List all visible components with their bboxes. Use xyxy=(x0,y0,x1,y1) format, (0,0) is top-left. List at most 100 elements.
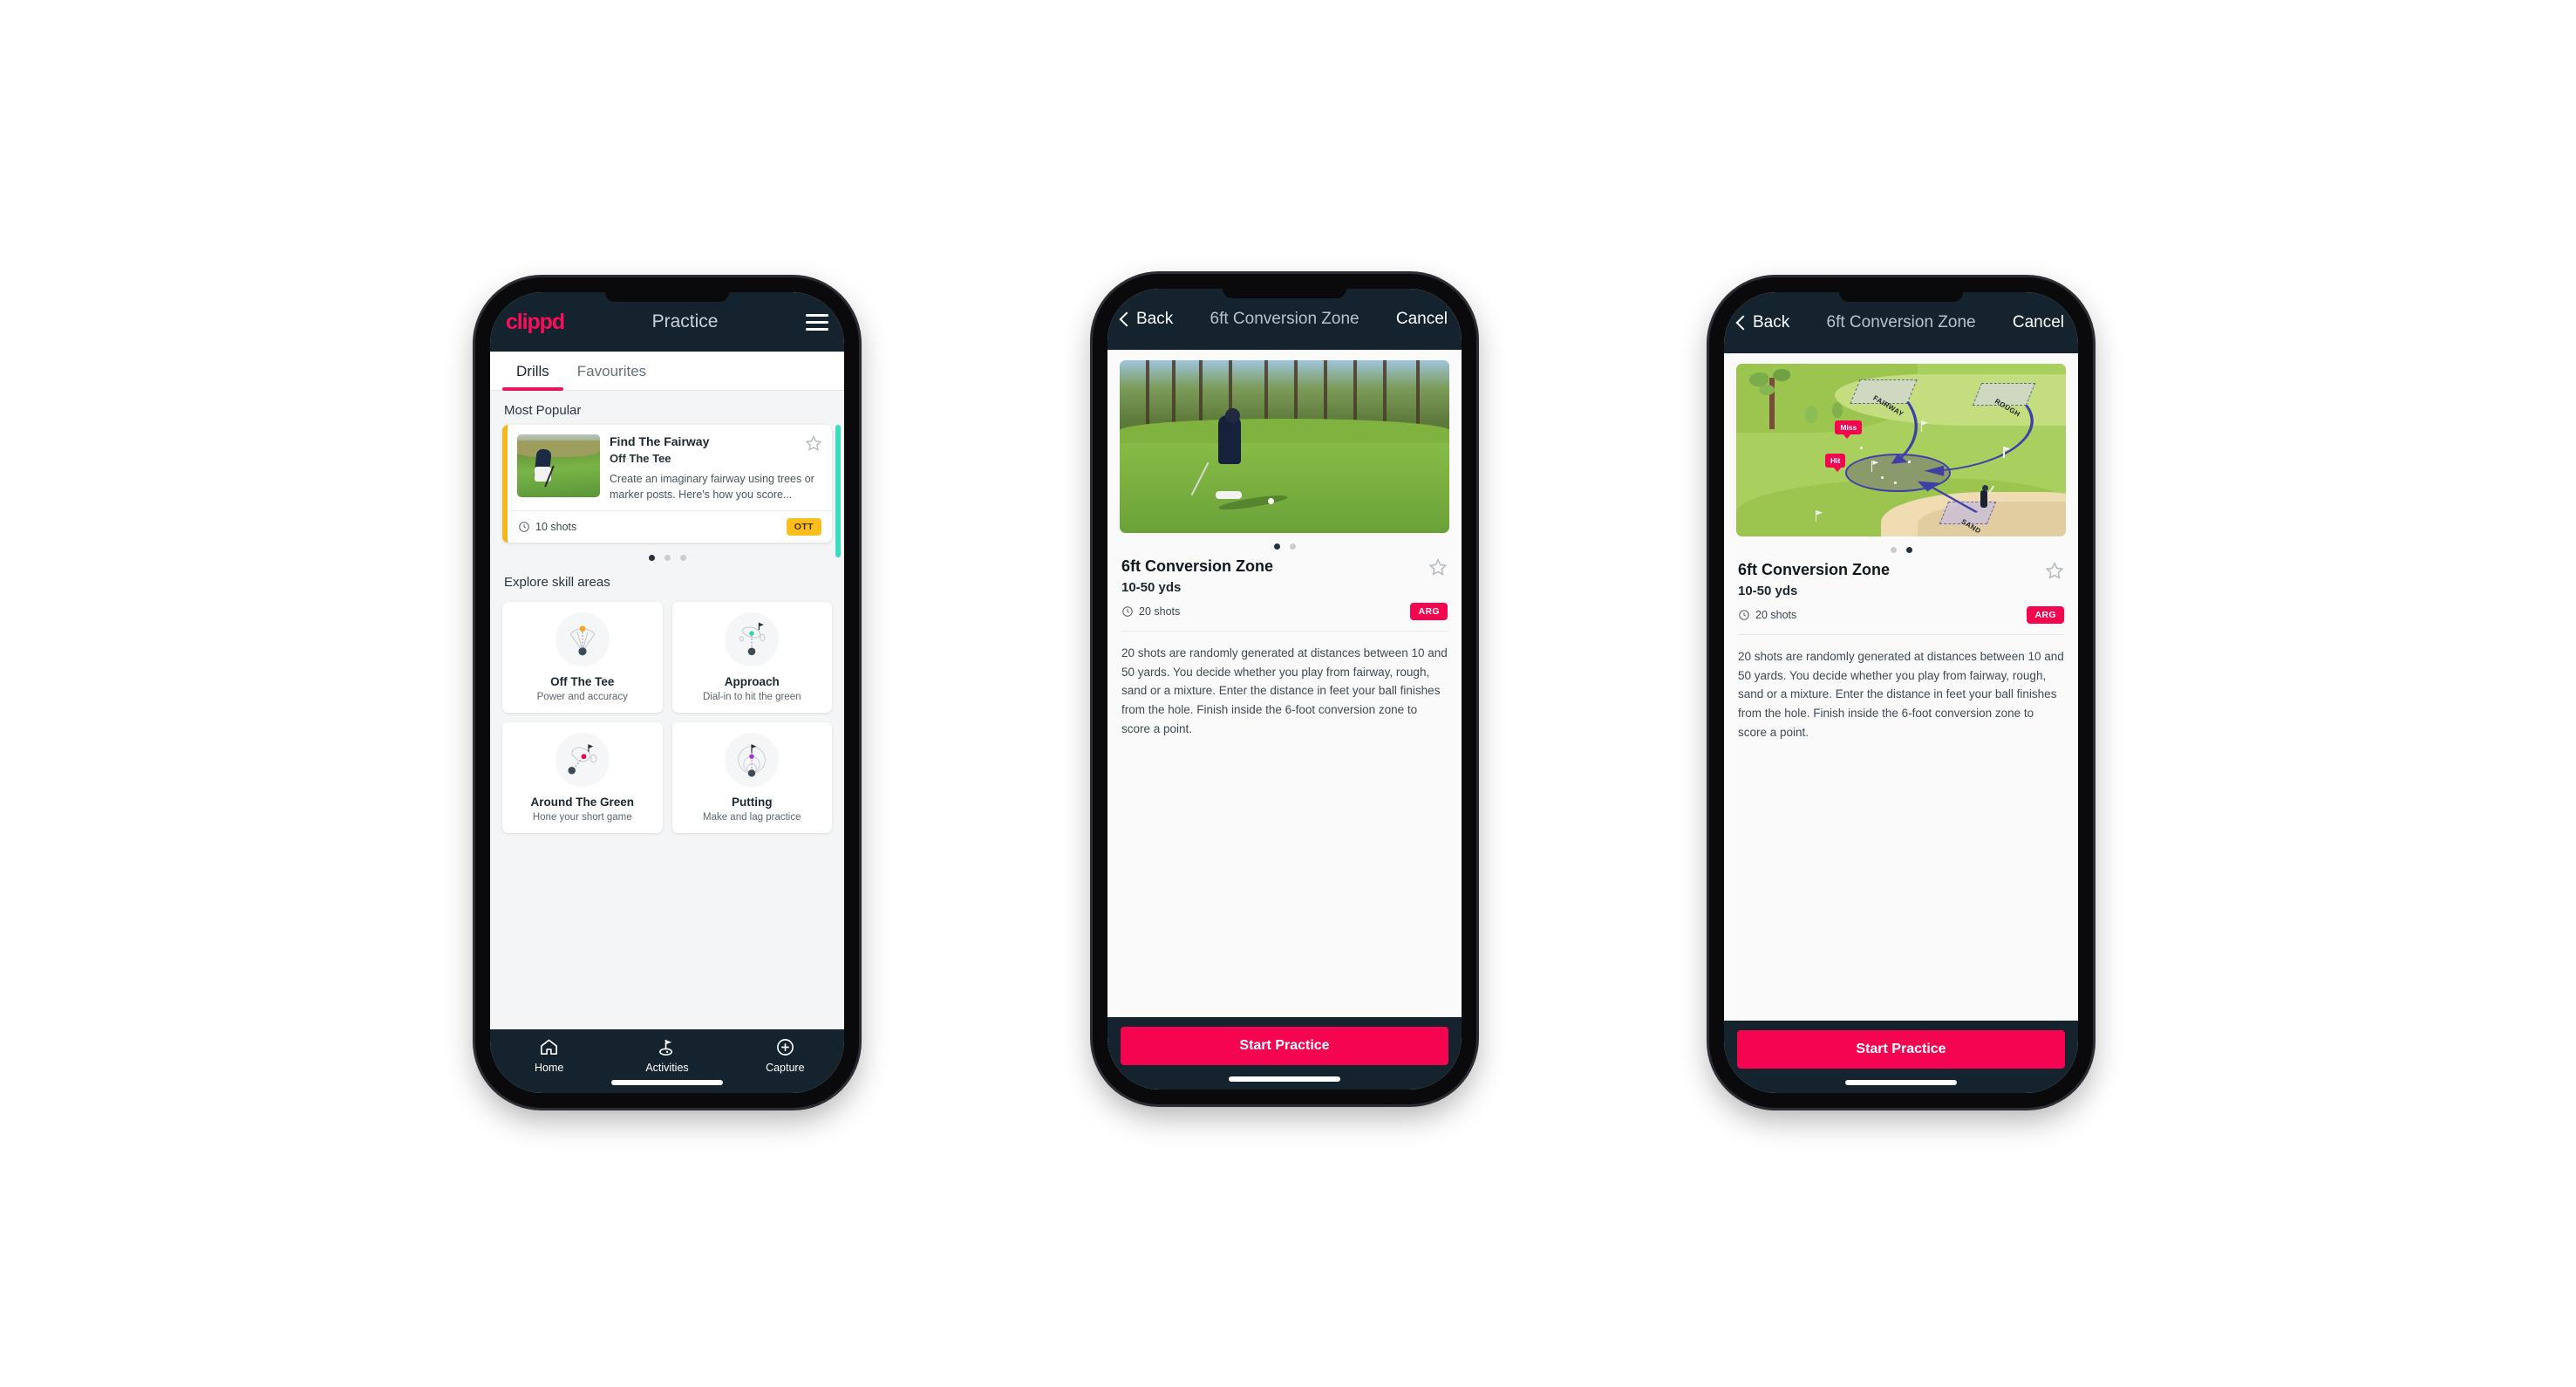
clock-icon xyxy=(1739,609,1749,620)
tab-favourites[interactable]: Favourites xyxy=(563,352,660,390)
approach-green-icon xyxy=(725,612,780,667)
carousel-dot[interactable] xyxy=(664,555,671,562)
carousel-dots xyxy=(1724,536,2078,561)
drill-media-photo[interactable] xyxy=(1120,360,1449,533)
carousel-dot[interactable] xyxy=(1905,547,1912,553)
shots-count: 20 shots xyxy=(1121,605,1180,618)
home-indicator-bar xyxy=(490,1077,844,1093)
clippd-logo: clippd xyxy=(506,309,565,334)
detail-body: FAIRWAY ROUGH SAND Miss Hit 6ft Conversi… xyxy=(1724,353,2078,1021)
skill-description: Dial-in to hit the green xyxy=(702,692,801,703)
phone-1-practice-list: clippd Practice Drills Favourites Most P… xyxy=(475,277,859,1108)
cta-bar: Start Practice xyxy=(1724,1021,2078,1093)
golf-flag-icon xyxy=(1920,420,1923,433)
clock-icon xyxy=(519,522,529,532)
drill-media-illustration[interactable]: FAIRWAY ROUGH SAND Miss Hit xyxy=(1736,364,2066,536)
shots-label: 10 shots xyxy=(535,521,577,534)
nav-item-capture[interactable]: Capture xyxy=(726,1037,844,1074)
carousel-dot[interactable] xyxy=(648,555,655,562)
skill-description: Hone your short game xyxy=(532,812,632,823)
shot-path-arrows xyxy=(1891,401,2034,513)
skill-title: Putting xyxy=(732,796,773,810)
back-button[interactable]: Back xyxy=(1119,310,1174,329)
dynamic-island xyxy=(605,292,729,302)
detail-header-block: 6ft Conversion Zone 10-50 yds 20 shots A… xyxy=(1724,561,2078,624)
home-icon xyxy=(541,1039,558,1055)
star-outline-icon[interactable] xyxy=(805,434,822,452)
drill-title: 6ft Conversion Zone xyxy=(1121,557,1274,575)
drill-card[interactable]: Find The Fairway Off The Tee Create an i… xyxy=(502,425,832,543)
putting-rings-icon xyxy=(725,733,780,788)
golf-flag-icon xyxy=(659,1039,673,1056)
cancel-button[interactable]: Cancel xyxy=(2013,313,2064,332)
golf-flag-icon xyxy=(1871,460,1873,472)
drill-description: 20 shots are randomly generated at dista… xyxy=(1738,649,2064,740)
chip-green-icon xyxy=(555,733,610,788)
detail-title: 6ft Conversion Zone xyxy=(1210,310,1360,328)
skill-card-off-the-tee[interactable]: Off The Tee Power and accuracy xyxy=(502,602,663,714)
skill-card-around-the-green[interactable]: Around The Green Hone your short game xyxy=(502,722,663,834)
carousel-dot[interactable] xyxy=(1289,543,1296,550)
nav-item-home[interactable]: Home xyxy=(490,1037,608,1074)
nav-item-activities[interactable]: Activities xyxy=(608,1037,726,1074)
drill-description: 20 shots are randomly generated at dista… xyxy=(1121,646,1448,736)
carousel-dot[interactable] xyxy=(1890,547,1897,553)
drill-description: Create an imaginary fairway using trees … xyxy=(610,472,814,501)
drill-title: 6ft Conversion Zone xyxy=(1738,561,1891,578)
next-card-peek[interactable] xyxy=(835,425,841,557)
detail-header-block: 6ft Conversion Zone 10-50 yds 20 shots A… xyxy=(1107,557,1462,620)
chevron-left-icon xyxy=(1735,315,1751,331)
hit-bubble: Hit xyxy=(1825,453,1846,472)
skill-grid: Off The Tee Power and accuracy Approach … xyxy=(490,597,844,845)
star-outline-icon[interactable] xyxy=(2045,561,2064,580)
skill-chip-ott: OTT xyxy=(786,518,821,536)
home-indicator[interactable] xyxy=(1229,1076,1340,1082)
drill-title: Find The Fairway xyxy=(610,434,710,448)
star-outline-icon[interactable] xyxy=(1428,557,1448,577)
start-practice-button[interactable]: Start Practice xyxy=(1121,1027,1448,1065)
golf-flag-icon xyxy=(1815,510,1817,523)
back-label: Back xyxy=(1136,310,1174,328)
content-area: Most Popular Find The Fairway Off The Te… xyxy=(490,391,844,1029)
cancel-button[interactable]: Cancel xyxy=(1396,310,1448,329)
shots-label: 20 shots xyxy=(1139,605,1181,618)
carousel-dot[interactable] xyxy=(1273,543,1280,550)
shots-label: 20 shots xyxy=(1755,608,1797,621)
skill-title: Around The Green xyxy=(530,796,634,810)
dynamic-island xyxy=(1839,292,1963,302)
skill-description: Make and lag practice xyxy=(702,812,801,823)
carousel-dot[interactable] xyxy=(679,555,686,562)
tab-drills[interactable]: Drills xyxy=(502,352,563,391)
drill-distance: 10-50 yds xyxy=(1121,579,1182,595)
drill-carousel: Find The Fairway Off The Tee Create an i… xyxy=(490,425,844,557)
skill-chip-arg: ARG xyxy=(2027,605,2064,624)
back-button[interactable]: Back xyxy=(1735,313,1789,332)
page-title: Practice xyxy=(651,311,719,331)
skill-title: Off The Tee xyxy=(550,675,615,689)
skill-card-putting[interactable]: Putting Make and lag practice xyxy=(671,722,832,834)
phone-3-drill-detail-illustration: Back 6ft Conversion Zone Cancel FAIRWAY … xyxy=(1709,277,2093,1108)
drill-subtitle: Off The Tee xyxy=(610,451,671,465)
phone-2-drill-detail-photo: Back 6ft Conversion Zone Cancel 6ft Conv… xyxy=(1093,274,1476,1104)
shots-count: 10 shots xyxy=(518,521,576,533)
tee-fan-icon xyxy=(555,612,610,667)
start-practice-button[interactable]: Start Practice xyxy=(1737,1030,2065,1069)
nav-label: Activities xyxy=(645,1062,689,1074)
section-most-popular: Most Popular xyxy=(504,403,582,418)
skill-card-approach[interactable]: Approach Dial-in to hit the green xyxy=(671,602,832,714)
section-explore-skill-areas: Explore skill areas xyxy=(504,575,610,591)
cta-bar: Start Practice xyxy=(1107,1017,1462,1090)
chevron-left-icon xyxy=(1119,311,1135,327)
golf-flag-icon xyxy=(2003,447,2005,459)
skill-chip-arg: ARG xyxy=(1410,602,1448,620)
shots-count: 20 shots xyxy=(1738,609,1796,621)
hamburger-icon[interactable] xyxy=(806,313,828,331)
nav-label: Home xyxy=(534,1062,564,1074)
carousel-dots xyxy=(490,543,844,564)
plus-circle-icon xyxy=(776,1039,794,1056)
miss-bubble: Miss xyxy=(1835,420,1863,440)
tab-bar: Drills Favourites xyxy=(490,352,844,391)
nav-label: Capture xyxy=(766,1062,805,1074)
home-indicator[interactable] xyxy=(1845,1080,1957,1085)
home-indicator[interactable] xyxy=(611,1080,723,1085)
